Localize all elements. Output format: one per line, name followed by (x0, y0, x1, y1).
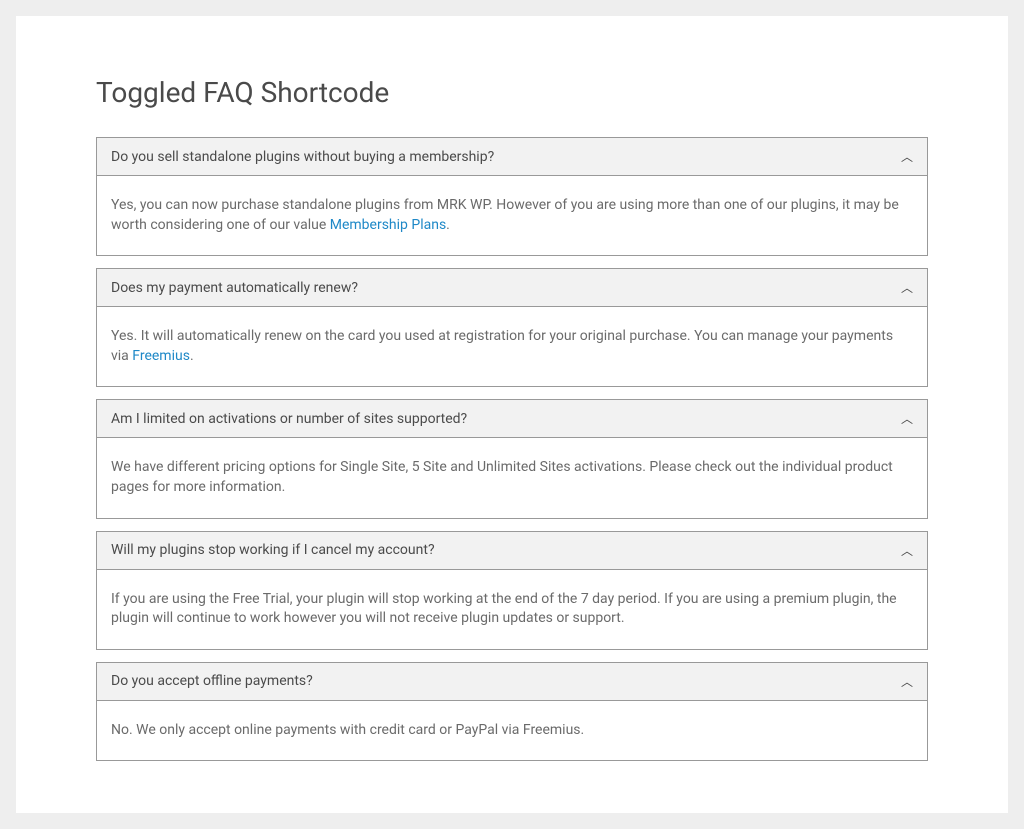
chevron-up-icon: ︿ (901, 148, 913, 165)
faq-answer: Yes, you can now purchase standalone plu… (97, 176, 927, 255)
faq-question-toggle[interactable]: Do you sell standalone plugins without b… (97, 138, 927, 176)
faq-question-toggle[interactable]: Does my payment automatically renew? ︿ (97, 269, 927, 307)
faq-answer: If you are using the Free Trial, your pl… (97, 570, 927, 649)
faq-item: Do you sell standalone plugins without b… (96, 137, 928, 256)
faq-item: Does my payment automatically renew? ︿ Y… (96, 268, 928, 387)
faq-question-text: Do you accept offline payments? (111, 673, 313, 689)
answer-text-pre: Yes. It will automatically renew on the … (111, 328, 893, 364)
answer-text-pre: We have different pricing options for Si… (111, 459, 893, 495)
faq-question-text: Do you sell standalone plugins without b… (111, 149, 494, 165)
faq-question-toggle[interactable]: Will my plugins stop working if I cancel… (97, 532, 927, 570)
chevron-up-icon: ︿ (901, 410, 913, 427)
faq-question-toggle[interactable]: Do you accept offline payments? ︿ (97, 663, 927, 701)
answer-link[interactable]: Freemius (132, 348, 190, 364)
faq-question-text: Will my plugins stop working if I cancel… (111, 542, 435, 558)
answer-text-pre: Yes, you can now purchase standalone plu… (111, 197, 899, 233)
answer-text-pre: If you are using the Free Trial, your pl… (111, 591, 897, 627)
answer-text-pre: No. We only accept online payments with … (111, 722, 584, 738)
faq-question-toggle[interactable]: Am I limited on activations or number of… (97, 400, 927, 438)
faq-answer: We have different pricing options for Si… (97, 438, 927, 517)
answer-link[interactable]: Membership Plans (330, 217, 446, 233)
faq-answer: Yes. It will automatically renew on the … (97, 307, 927, 386)
faq-item: Will my plugins stop working if I cancel… (96, 531, 928, 650)
answer-text-post: . (190, 348, 194, 364)
faq-item: Am I limited on activations or number of… (96, 399, 928, 518)
answer-text-post: . (446, 217, 450, 233)
faq-question-text: Am I limited on activations or number of… (111, 411, 467, 427)
page-title: Toggled FAQ Shortcode (96, 76, 928, 109)
faq-question-text: Does my payment automatically renew? (111, 280, 358, 296)
page-container: Toggled FAQ Shortcode Do you sell standa… (16, 16, 1008, 813)
chevron-up-icon: ︿ (901, 673, 913, 690)
chevron-up-icon: ︿ (901, 542, 913, 559)
chevron-up-icon: ︿ (901, 279, 913, 296)
faq-item: Do you accept offline payments? ︿ No. We… (96, 662, 928, 762)
faq-answer: No. We only accept online payments with … (97, 701, 927, 761)
